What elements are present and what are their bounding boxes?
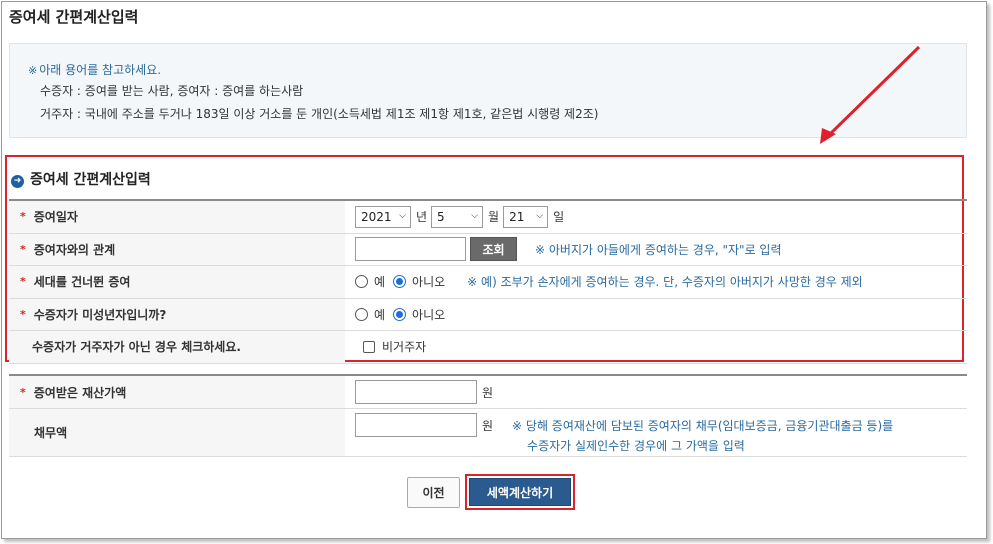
relation-values: 조회 ※ 아버지가 아들에게 증여하는 경우, "자"로 입력 — [355, 234, 967, 266]
row-relation: * 증여자와의 관계 조회 ※ 아버지가 아들에게 증여하는 경우, "자"로 입… — [9, 233, 967, 266]
debt-input[interactable] — [355, 413, 477, 437]
day-unit: 일 — [553, 210, 565, 225]
label-gift-amount: * 증여받은 재산가액 — [9, 376, 345, 408]
gift-amount-input[interactable] — [355, 380, 477, 404]
lookup-button[interactable]: 조회 — [470, 237, 517, 262]
required-icon: * — [20, 275, 26, 289]
generation-skip-hint: ※ 예) 조부가 손자에게 증여하는 경우. 단, 수증자의 아버지가 사망한 … — [467, 275, 863, 290]
year-unit: 년 — [416, 210, 428, 225]
chevron-down-icon: ⌵ — [536, 210, 544, 221]
non-resident-values: 비거주자 — [355, 331, 967, 363]
debt-unit: 원 — [482, 419, 494, 433]
minor-yes-radio[interactable]: 예 — [355, 306, 385, 323]
amount-form-table: * 증여받은 재산가액 원 채무액 원 ※ 당해 증여재산에 담보된 증여자의 채… — [9, 374, 967, 457]
required-icon: * — [20, 210, 26, 224]
row-gift-amount: * 증여받은 재산가액 원 — [9, 376, 967, 409]
gift-date-values: 2021 ⌵ 년 5 ⌵ 월 21 ⌵ 일 — [355, 201, 967, 233]
label-generation-skip: * 세대를 건너뛴 증여 — [9, 266, 345, 298]
label-relation: * 증여자와의 관계 — [9, 233, 345, 265]
checkbox-icon — [363, 340, 375, 353]
radio-checked-icon — [393, 307, 407, 321]
relation-hint: ※ 아버지가 아들에게 증여하는 경우, "자"로 입력 — [535, 242, 782, 257]
chevron-down-icon: ⌵ — [471, 210, 479, 221]
radio-no-label: 아니오 — [412, 275, 446, 290]
debt-hint: ※ 당해 증여재산에 담보된 증여자의 채무(임대보증금, 금융기관대출금 등)… — [512, 417, 893, 454]
non-resident-label: 수증자가 거주자가 아닌 경우 체크하세요. — [32, 340, 241, 355]
minor-values: 예 아니오 — [355, 299, 967, 331]
label-non-resident: 수증자가 거주자가 아닌 경우 체크하세요. — [9, 331, 345, 363]
gift-amount-values: 원 — [355, 380, 493, 404]
relation-input[interactable] — [355, 237, 466, 262]
month-select[interactable]: 5 ⌵ — [431, 205, 484, 228]
chevron-down-icon: ⌵ — [399, 210, 406, 221]
prev-button[interactable]: 이전 — [407, 477, 460, 508]
non-resident-checkbox-label: 비거주자 — [382, 340, 427, 355]
radio-checked-icon — [393, 275, 407, 289]
label-gift-date: * 증여일자 — [9, 201, 345, 233]
generation-skip-label: 세대를 건너뛴 증여 — [33, 275, 131, 290]
debt-hint-line2: 수증자가 실제인수한 경우에 그 가액을 입력 — [527, 439, 745, 453]
gift-amount-label: 증여받은 재산가액 — [33, 385, 127, 400]
row-gift-date: * 증여일자 2021 ⌵ 년 5 ⌵ 월 21 ⌵ 일 — [9, 201, 967, 234]
label-minor: * 수증자가 미성년자입니까? — [9, 298, 345, 330]
debt-label: 채무액 — [34, 426, 68, 440]
section-title: ➜ 증여세 간편계산입력 — [11, 169, 151, 189]
input-form-table: * 증여일자 2021 ⌵ 년 5 ⌵ 월 21 ⌵ 일 * 증여자와의 관계 조회 ※ … — [9, 199, 967, 364]
minor-label: 수증자가 미성년자입니까? — [33, 307, 167, 322]
row-minor: * 수증자가 미성년자입니까? 예 아니오 — [9, 298, 967, 331]
day-value: 21 — [509, 209, 525, 224]
year-value: 2021 — [361, 209, 392, 224]
row-non-resident: 수증자가 거주자가 아닌 경우 체크하세요. 비거주자 — [9, 331, 967, 364]
radio-yes-label: 예 — [374, 307, 386, 322]
debt-hint-line1: ※ 당해 증여재산에 담보된 증여자의 채무(임대보증금, 금융기관대출금 등)… — [512, 419, 894, 433]
label-debt: 채무액 — [9, 409, 345, 456]
row-generation-skip: * 세대를 건너뛴 증여 예 아니오 ※ 예) 조부가 손자에게 증여하는 경우.… — [9, 266, 967, 299]
gift-amount-unit: 원 — [482, 385, 494, 400]
non-resident-checkbox[interactable]: 비거주자 — [363, 338, 426, 355]
month-unit: 월 — [488, 210, 500, 225]
day-select[interactable]: 21 ⌵ — [503, 205, 549, 228]
generation-skip-no-radio[interactable]: 아니오 — [393, 273, 445, 290]
generation-skip-yes-radio[interactable]: 예 — [355, 273, 385, 290]
month-value: 5 — [437, 209, 445, 224]
radio-icon — [355, 307, 368, 321]
radio-icon — [355, 275, 368, 289]
calculate-tax-button[interactable]: 세액계산하기 — [469, 478, 571, 506]
generation-skip-values: 예 아니오 ※ 예) 조부가 손자에게 증여하는 경우. 단, 수증자의 아버지… — [355, 266, 967, 298]
year-select[interactable]: 2021 ⌵ — [355, 205, 411, 228]
required-icon: * — [20, 307, 26, 321]
relation-label: 증여자와의 관계 — [33, 242, 116, 257]
gift-date-label: 증여일자 — [33, 210, 78, 225]
row-debt: 채무액 원 ※ 당해 증여재산에 담보된 증여자의 채무(임대보증금, 금융기관… — [9, 409, 967, 457]
debt-values: 원 ※ 당해 증여재산에 담보된 증여자의 채무(임대보증금, 금융기관대출금 … — [355, 413, 893, 454]
section-title-text: 증여세 간편계산입력 — [30, 172, 151, 188]
minor-no-radio[interactable]: 아니오 — [393, 306, 445, 323]
radio-no-label: 아니오 — [412, 307, 446, 322]
required-icon: * — [20, 242, 26, 256]
arrow-circle-icon: ➜ — [11, 175, 24, 188]
radio-yes-label: 예 — [374, 275, 386, 290]
required-icon: * — [20, 385, 26, 399]
